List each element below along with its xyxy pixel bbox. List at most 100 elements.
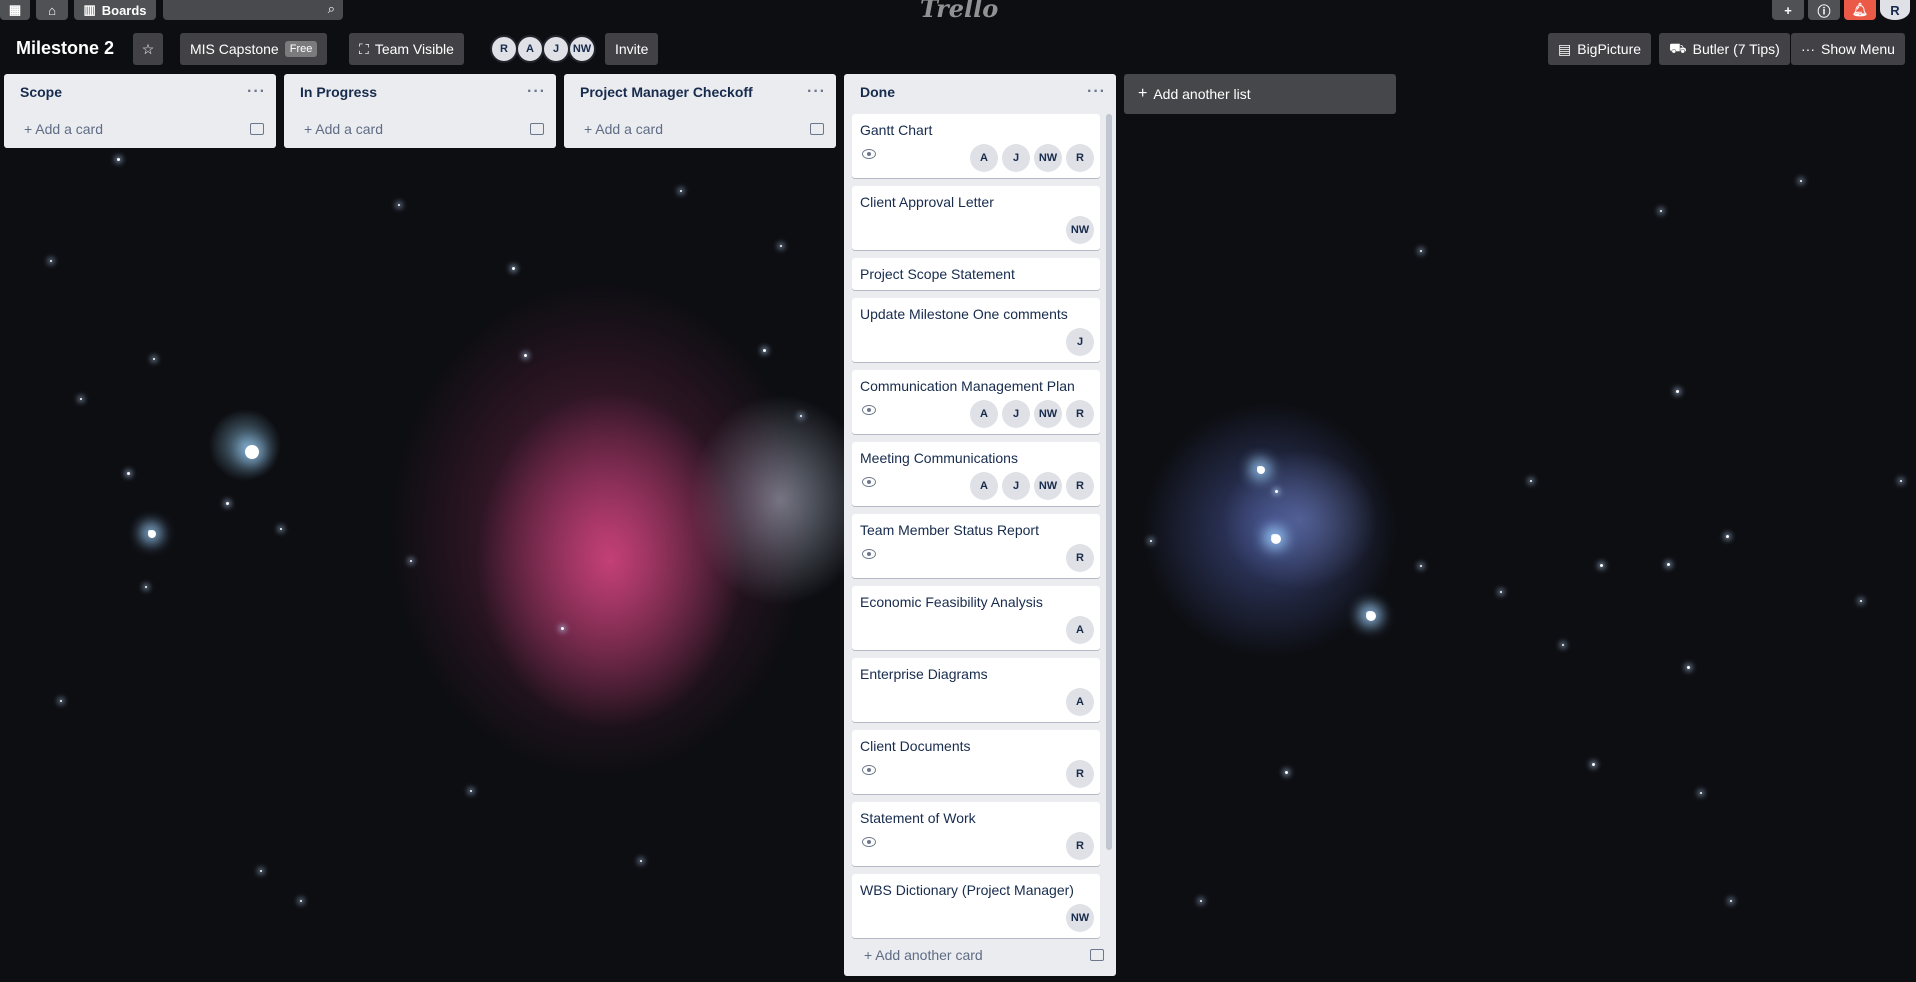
- add-another-list-button[interactable]: + Add another list: [1124, 74, 1396, 114]
- star-dot: [561, 627, 564, 630]
- add-card-button[interactable]: Add a card: [564, 110, 836, 148]
- list-card[interactable]: Project Scope Statement: [852, 258, 1100, 290]
- home-button[interactable]: ⌂: [36, 0, 68, 20]
- bigpicture-button[interactable]: ▤ BigPicture: [1548, 33, 1652, 65]
- list-card[interactable]: Team Member Status Report R: [852, 514, 1100, 578]
- list-card[interactable]: Enterprise Diagrams A: [852, 658, 1100, 722]
- search-icon: ⌕: [327, 1, 335, 16]
- board-icon: ▥: [83, 2, 96, 17]
- member-avatar[interactable]: A: [970, 472, 998, 500]
- card-title: WBS Dictionary (Project Manager): [860, 882, 1074, 898]
- bright-star: [1257, 466, 1265, 474]
- list-card[interactable]: Communication Management Plan A J NW R: [852, 370, 1100, 434]
- list-card[interactable]: Gantt Chart A J NW R: [852, 114, 1100, 178]
- member-avatar[interactable]: R: [1066, 472, 1094, 500]
- user-avatar[interactable]: R: [1880, 0, 1910, 20]
- list-header[interactable]: Done ···: [844, 74, 1116, 110]
- list-header[interactable]: Scope ···: [4, 74, 276, 110]
- member-avatar[interactable]: A: [970, 400, 998, 428]
- list-card[interactable]: Meeting Communications A J NW R: [852, 442, 1100, 506]
- member-avatar[interactable]: R: [490, 35, 518, 63]
- member-avatar[interactable]: J: [1002, 400, 1030, 428]
- add-card-button[interactable]: Add a card: [284, 110, 556, 148]
- member-avatar[interactable]: NW: [1066, 216, 1094, 244]
- member-avatar[interactable]: NW: [1066, 904, 1094, 932]
- show-menu-label: Show Menu: [1821, 41, 1895, 57]
- team-name: MIS Capstone: [190, 41, 279, 57]
- member-avatar[interactable]: A: [1066, 688, 1094, 716]
- watch-eye-icon: [862, 549, 876, 559]
- member-avatar[interactable]: J: [1066, 328, 1094, 356]
- card-title: Client Documents: [860, 738, 971, 754]
- star-dot: [1420, 565, 1422, 567]
- list-menu-icon[interactable]: ···: [1087, 83, 1106, 101]
- list-project-manager-checkoff: Project Manager Checkoff ··· Add a card: [564, 74, 836, 148]
- member-avatar[interactable]: R: [1066, 400, 1094, 428]
- list-title: Scope: [20, 84, 63, 100]
- invite-button[interactable]: Invite: [605, 33, 659, 65]
- member-avatar[interactable]: NW: [1034, 400, 1062, 428]
- board-title[interactable]: Milestone 2: [16, 38, 114, 59]
- member-avatar[interactable]: A: [970, 144, 998, 172]
- member-avatar[interactable]: NW: [1034, 472, 1062, 500]
- info-button[interactable]: ⓘ: [1808, 0, 1840, 20]
- member-avatar[interactable]: J: [542, 35, 570, 63]
- notifications-button[interactable]: 🔔︎: [1844, 0, 1876, 20]
- list-scrollbar[interactable]: [1106, 114, 1112, 850]
- bright-star: [1366, 611, 1376, 621]
- list-menu-icon[interactable]: ···: [527, 83, 546, 101]
- star-dot: [1660, 210, 1662, 212]
- list-menu-icon[interactable]: ···: [247, 83, 266, 101]
- list-card[interactable]: Economic Feasibility Analysis A: [852, 586, 1100, 650]
- trello-logo: Trello: [920, 0, 999, 23]
- star-dot: [1900, 480, 1902, 482]
- list-header[interactable]: Project Manager Checkoff ···: [564, 74, 836, 110]
- show-menu-button[interactable]: ··· Show Menu: [1791, 33, 1905, 65]
- member-avatar[interactable]: R: [1066, 832, 1094, 860]
- star-board-button[interactable]: ☆: [133, 33, 163, 65]
- more-icon: ···: [1801, 41, 1815, 57]
- list-card[interactable]: Client Documents R: [852, 730, 1100, 794]
- member-avatar[interactable]: J: [1002, 144, 1030, 172]
- bright-star: [1271, 534, 1281, 544]
- member-avatar[interactable]: R: [1066, 760, 1094, 788]
- list-card[interactable]: Client Approval Letter NW: [852, 186, 1100, 250]
- member-avatar[interactable]: NW: [1034, 144, 1062, 172]
- member-avatar[interactable]: A: [516, 35, 544, 63]
- star-dot: [1150, 540, 1152, 542]
- member-avatar[interactable]: R: [1066, 544, 1094, 572]
- list-header[interactable]: In Progress ···: [284, 74, 556, 110]
- star-dot: [1275, 490, 1278, 493]
- list-card[interactable]: WBS Dictionary (Project Manager) NW: [852, 874, 1100, 938]
- list-scope: Scope ··· Add a card: [4, 74, 276, 148]
- card-template-icon[interactable]: [530, 123, 544, 135]
- member-avatar[interactable]: A: [1066, 616, 1094, 644]
- star-dot: [800, 415, 802, 417]
- star-dot: [1800, 180, 1802, 182]
- star-dot: [127, 472, 130, 475]
- card-template-icon[interactable]: [810, 123, 824, 135]
- create-button[interactable]: +: [1772, 0, 1804, 20]
- card-template-icon[interactable]: [1090, 949, 1104, 961]
- member-avatar[interactable]: R: [1066, 144, 1094, 172]
- star-dot: [1500, 591, 1502, 593]
- team-button[interactable]: MIS Capstone Free: [180, 33, 328, 65]
- visibility-button[interactable]: ⛶ Team Visible: [349, 33, 464, 65]
- butler-icon: ⛟: [1669, 39, 1687, 56]
- list-card[interactable]: Update Milestone One comments J: [852, 298, 1100, 362]
- search-input[interactable]: ⌕: [163, 0, 343, 20]
- member-avatar[interactable]: NW: [568, 35, 596, 63]
- card-title: Project Scope Statement: [860, 266, 1015, 282]
- card-title: Meeting Communications: [860, 450, 1018, 466]
- apps-button[interactable]: ▦: [0, 0, 30, 20]
- card-template-icon[interactable]: [250, 123, 264, 135]
- member-avatar[interactable]: J: [1002, 472, 1030, 500]
- star-dot: [1667, 563, 1670, 566]
- add-card-button[interactable]: Add a card: [4, 110, 276, 148]
- add-another-card-button[interactable]: Add another card: [844, 936, 1116, 974]
- boards-button[interactable]: ▥ Boards: [74, 0, 156, 20]
- visibility-label: Team Visible: [374, 41, 454, 57]
- list-menu-icon[interactable]: ···: [807, 83, 826, 101]
- list-card[interactable]: Statement of Work R: [852, 802, 1100, 866]
- butler-button[interactable]: ⛟ Butler (7 Tips): [1659, 33, 1790, 65]
